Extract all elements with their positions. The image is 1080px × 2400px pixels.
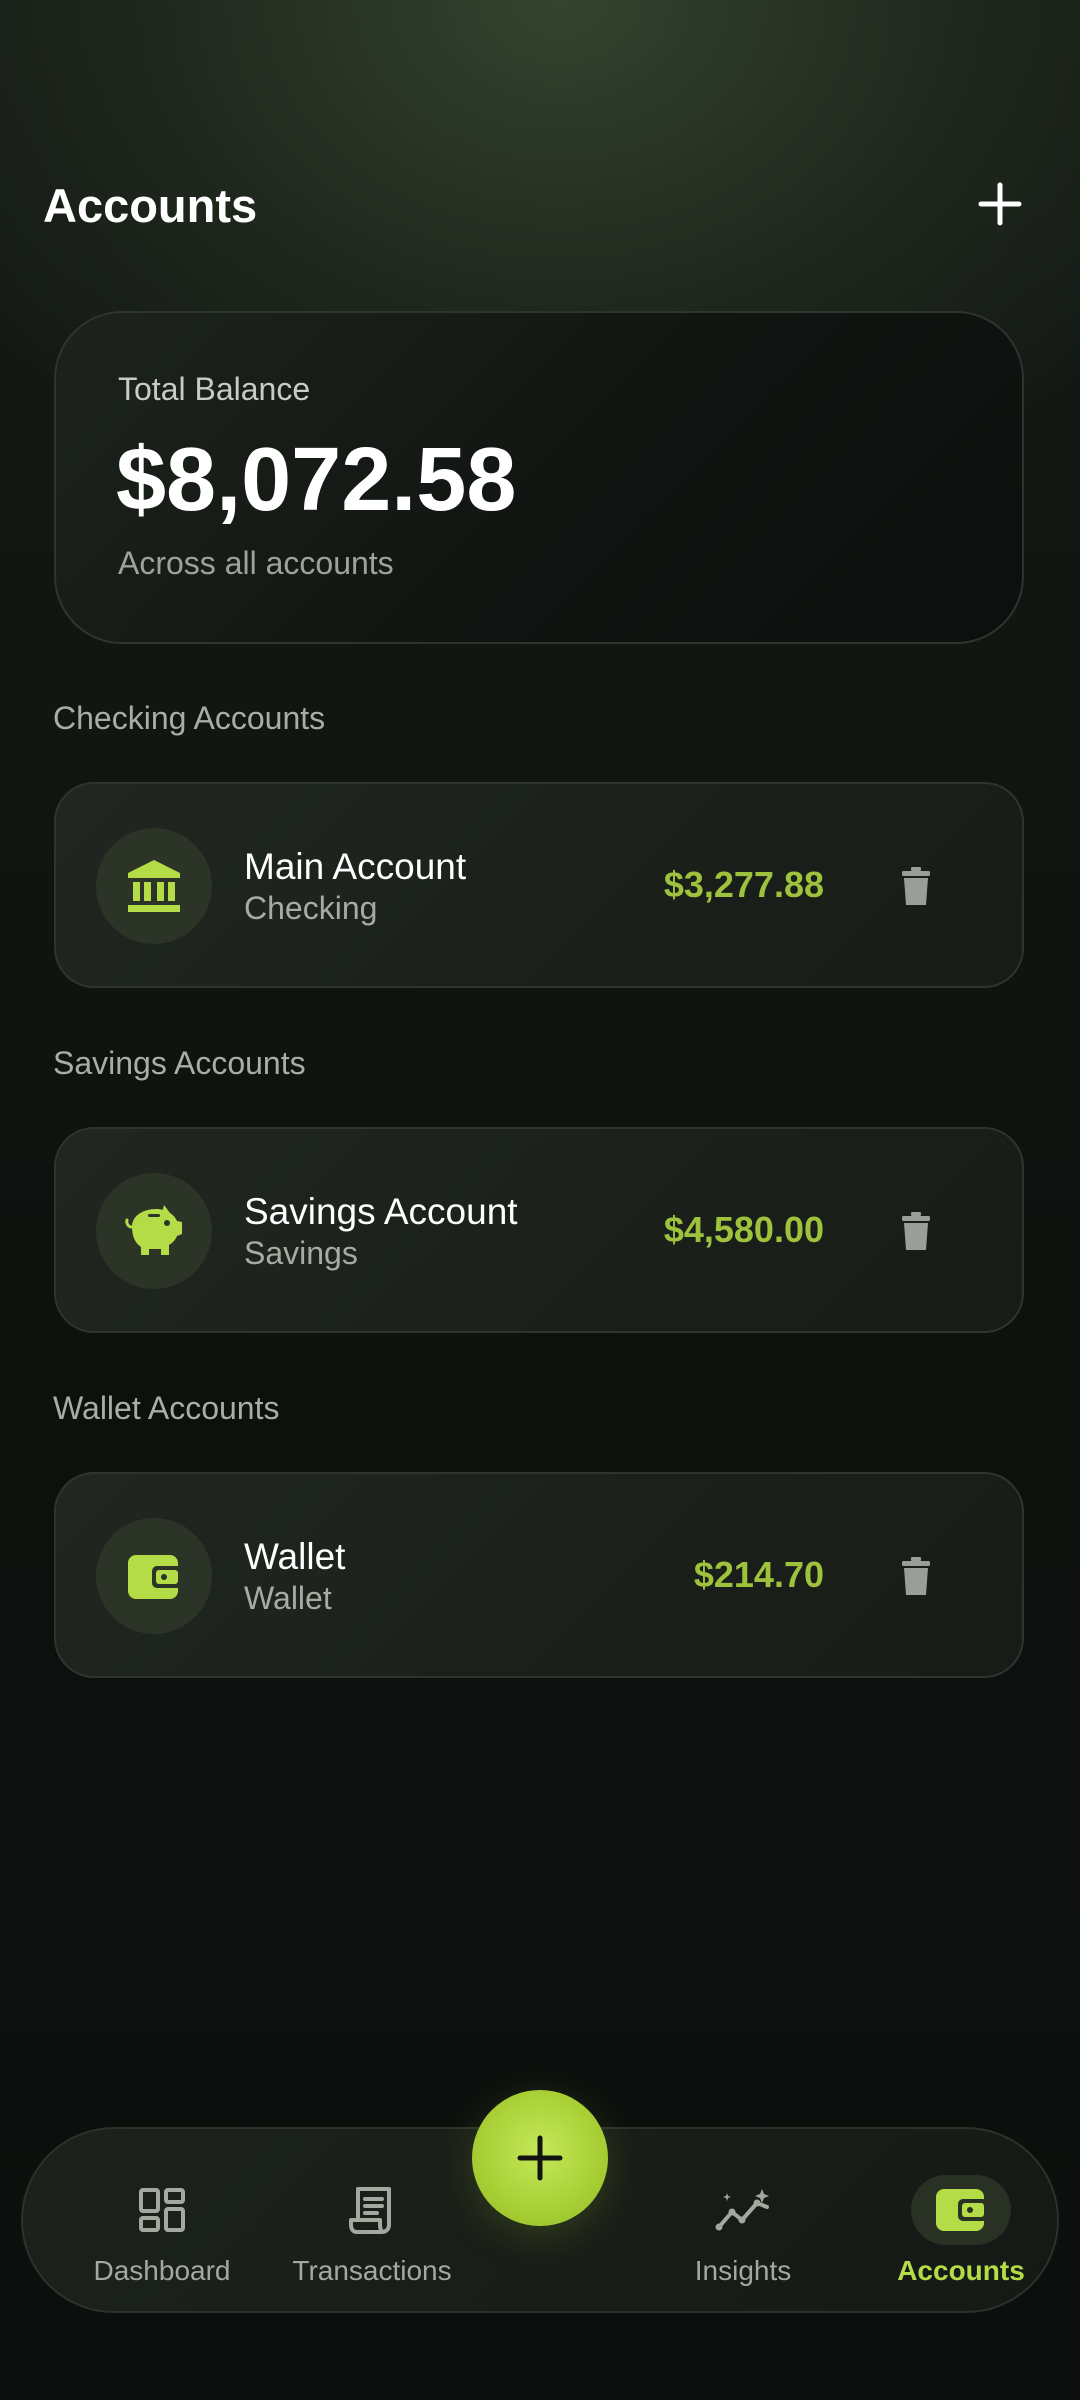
section-title-savings: Savings Accounts	[53, 1045, 306, 1081]
account-type: Checking	[244, 890, 378, 926]
nav-insights[interactable]: Insights	[643, 2129, 843, 2315]
account-name: Savings Account	[244, 1191, 518, 1232]
account-balance: $3,277.88	[663, 864, 824, 905]
delete-account-button[interactable]	[894, 1554, 938, 1598]
receipt-icon	[349, 2187, 391, 2234]
page-title: Accounts	[43, 179, 258, 232]
nav-icon-wrap	[322, 2175, 422, 2245]
total-balance-card: Total Balance $8,072.58 Across all accou…	[54, 311, 1024, 644]
nav-label: Insights	[694, 2255, 792, 2286]
nav-label: Dashboard	[93, 2255, 231, 2286]
nav-transactions[interactable]: Transactions	[272, 2129, 472, 2315]
header: Accounts	[0, 160, 1080, 250]
section-title-checking: Checking Accounts	[53, 700, 326, 736]
account-type: Wallet	[244, 1580, 332, 1616]
insights-icon	[715, 2189, 769, 2231]
dashboard-icon	[139, 2188, 185, 2232]
nav-label: Transactions	[292, 2255, 452, 2286]
account-balance: $214.70	[693, 1554, 824, 1595]
piggy-bank-icon	[125, 1205, 182, 1255]
nav-icon-wrap	[112, 2175, 212, 2245]
account-card-main[interactable]: Main Account Checking $3,277.88	[54, 782, 1024, 988]
total-balance-amount: $8,072.58	[116, 430, 517, 530]
account-card-savings[interactable]: Savings Account Savings $4,580.00	[54, 1127, 1024, 1333]
wallet-icon	[936, 2189, 988, 2231]
nav-icon-wrap	[911, 2175, 1011, 2245]
delete-account-button[interactable]	[894, 1209, 938, 1253]
total-balance-subtitle: Across all accounts	[118, 545, 394, 581]
section-title-wallet: Wallet Accounts	[53, 1390, 280, 1426]
trash-icon	[902, 1212, 930, 1250]
account-card-wallet[interactable]: Wallet Wallet $214.70	[54, 1472, 1024, 1678]
nav-dashboard[interactable]: Dashboard	[62, 2129, 262, 2315]
trash-icon	[902, 1557, 930, 1595]
account-type: Savings	[244, 1235, 358, 1271]
total-balance-label: Total Balance	[118, 371, 311, 407]
add-account-button[interactable]	[966, 170, 1034, 238]
account-icon-badge	[96, 828, 212, 944]
plus-icon	[517, 2135, 563, 2181]
plus-icon	[978, 182, 1022, 226]
account-name: Main Account	[244, 846, 467, 887]
account-balance: $4,580.00	[663, 1209, 824, 1250]
add-transaction-fab[interactable]	[472, 2090, 608, 2226]
account-icon-badge	[96, 1173, 212, 1289]
bank-icon	[128, 860, 180, 912]
wallet-icon	[128, 1555, 182, 1599]
nav-icon-wrap	[693, 2175, 793, 2245]
trash-icon	[902, 867, 930, 905]
account-name: Wallet	[244, 1536, 346, 1577]
nav-label: Accounts	[897, 2255, 1025, 2286]
account-icon-badge	[96, 1518, 212, 1634]
nav-accounts[interactable]: Accounts	[861, 2129, 1061, 2315]
delete-account-button[interactable]	[894, 864, 938, 908]
